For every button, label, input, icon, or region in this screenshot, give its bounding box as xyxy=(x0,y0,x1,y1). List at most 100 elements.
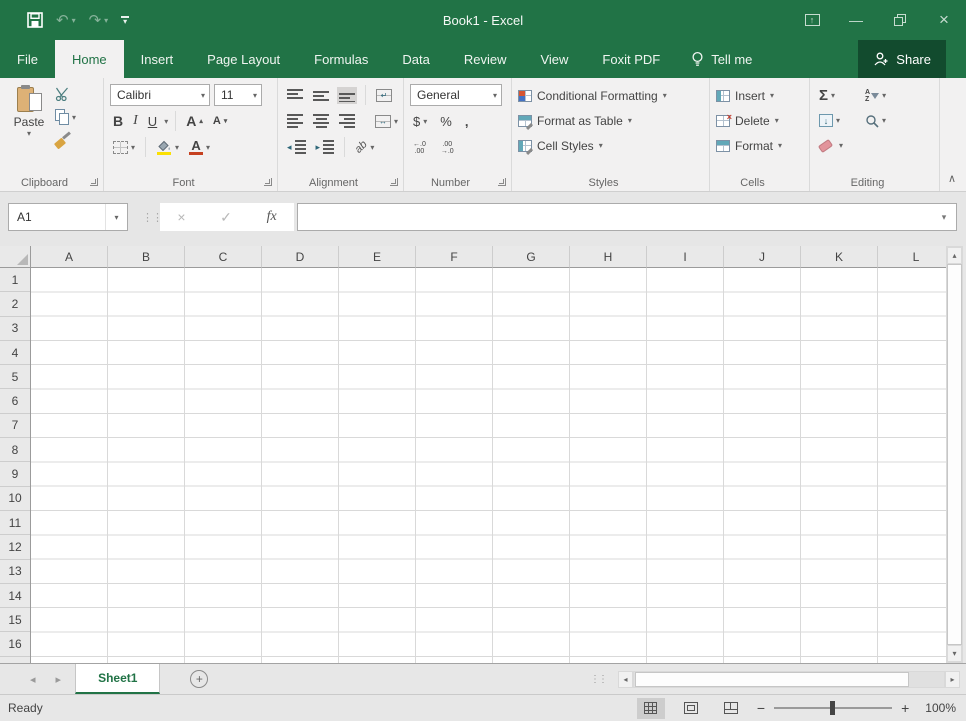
align-center-button[interactable] xyxy=(310,113,332,129)
column-header-H[interactable]: H xyxy=(570,246,647,268)
font-dialog-launcher[interactable] xyxy=(264,178,272,186)
shrink-font-button[interactable]: A▾ xyxy=(210,114,230,128)
column-header-I[interactable]: I xyxy=(647,246,724,268)
scroll-down-icon[interactable]: ▾ xyxy=(947,645,962,662)
tab-home[interactable]: Home xyxy=(55,40,124,78)
column-header-A[interactable]: A xyxy=(31,246,108,268)
align-middle-button[interactable] xyxy=(310,88,332,103)
collapse-ribbon-button[interactable]: ∧ xyxy=(948,172,956,185)
copy-dropdown-icon[interactable]: ▾ xyxy=(72,113,76,122)
fill-dropdown-icon[interactable]: ▾ xyxy=(836,116,840,125)
increase-indent-button[interactable]: ▸ xyxy=(313,139,338,155)
cut-button[interactable] xyxy=(52,86,79,102)
format-cells-button[interactable]: Format ▾ xyxy=(716,133,805,158)
zoom-slider[interactable] xyxy=(774,707,892,709)
page-layout-view-button[interactable] xyxy=(677,698,705,719)
zoom-level[interactable]: 100% xyxy=(925,701,956,715)
insert-cells-button[interactable]: Insert ▾ xyxy=(716,83,805,108)
orientation-button[interactable]: ab ▾ xyxy=(352,140,377,154)
delete-cells-button[interactable]: × Delete ▾ xyxy=(716,108,805,133)
cell-styles-button[interactable]: Cell Styles ▾ xyxy=(518,133,705,158)
sheet-grid[interactable] xyxy=(31,268,947,663)
row-header-10[interactable]: 10 xyxy=(0,487,30,511)
sort-filter-button[interactable]: AZ ▾ xyxy=(862,88,908,104)
accounting-dropdown-icon[interactable]: ▾ xyxy=(423,117,427,126)
horizontal-scrollbar-thumb[interactable] xyxy=(635,672,909,687)
grow-font-button[interactable]: A▴ xyxy=(183,112,206,130)
save-button[interactable] xyxy=(27,12,43,28)
autosum-dropdown-icon[interactable]: ▾ xyxy=(831,91,835,100)
insert-function-icon[interactable]: fx xyxy=(267,209,277,225)
font-color-button[interactable]: A ▾ xyxy=(186,139,213,156)
row-header-8[interactable]: 8 xyxy=(0,438,30,462)
merge-center-button[interactable]: ↔ ▾ xyxy=(372,114,401,129)
find-select-button[interactable]: ▾ xyxy=(862,113,908,129)
fill-color-button[interactable]: ▾ xyxy=(153,139,182,156)
ribbon-display-options-button[interactable]: ↑ xyxy=(790,0,834,40)
enter-formula-icon[interactable]: ✓ xyxy=(220,209,232,226)
name-box-dropdown-icon[interactable]: ▾ xyxy=(105,204,127,230)
font-size-combo[interactable]: 11 ▾ xyxy=(214,84,262,106)
column-header-L[interactable]: L xyxy=(878,246,947,268)
formula-bar-splitter[interactable]: ⋮⋮ xyxy=(142,203,162,231)
italic-button[interactable]: I xyxy=(130,112,141,130)
redo-button[interactable]: ↷ ▾ xyxy=(89,11,109,29)
tab-review[interactable]: Review xyxy=(447,40,524,78)
select-all-button[interactable] xyxy=(0,246,31,268)
zoom-slider-thumb[interactable] xyxy=(830,701,835,715)
tab-foxit-pdf[interactable]: Foxit PDF xyxy=(585,40,677,78)
tab-scrollbar-splitter[interactable]: ⋮⋮ xyxy=(590,674,606,685)
paste-button[interactable]: Paste ▾ xyxy=(6,83,52,173)
redo-dropdown-icon[interactable]: ▾ xyxy=(104,16,108,25)
align-top-button[interactable] xyxy=(284,88,306,103)
column-header-G[interactable]: G xyxy=(493,246,570,268)
decrease-decimal-button[interactable]: .00→.0 xyxy=(438,140,457,156)
row-header-3[interactable]: 3 xyxy=(0,317,30,341)
sheet-tab-sheet1[interactable]: Sheet1 xyxy=(75,664,160,694)
scroll-left-icon[interactable]: ◂ xyxy=(618,671,633,688)
paste-dropdown-icon[interactable]: ▾ xyxy=(27,129,31,138)
number-dialog-launcher[interactable] xyxy=(498,178,506,186)
column-header-J[interactable]: J xyxy=(724,246,801,268)
formula-input[interactable]: ▾ xyxy=(297,203,957,231)
expand-formula-bar-icon[interactable]: ▾ xyxy=(932,212,956,223)
format-as-table-button[interactable]: Format as Table ▾ xyxy=(518,108,705,133)
column-header-E[interactable]: E xyxy=(339,246,416,268)
tab-data[interactable]: Data xyxy=(385,40,446,78)
row-header-16[interactable]: 16 xyxy=(0,632,30,656)
column-header-D[interactable]: D xyxy=(262,246,339,268)
row-header-7[interactable]: 7 xyxy=(0,414,30,438)
tab-formulas[interactable]: Formulas xyxy=(297,40,385,78)
increase-decimal-button[interactable]: ←.0.00 xyxy=(410,140,429,156)
align-bottom-button[interactable] xyxy=(336,88,358,103)
scroll-right-icon[interactable]: ▸ xyxy=(945,671,960,688)
clipboard-dialog-launcher[interactable] xyxy=(90,178,98,186)
tab-insert[interactable]: Insert xyxy=(124,40,191,78)
font-color-dropdown-icon[interactable]: ▾ xyxy=(206,143,210,152)
orientation-dropdown-icon[interactable]: ▾ xyxy=(370,143,374,152)
row-header-14[interactable]: 14 xyxy=(0,584,30,608)
comma-style-button[interactable]: , xyxy=(462,113,472,130)
conditional-formatting-button[interactable]: Conditional Formatting ▾ xyxy=(518,83,705,108)
tell-me-box[interactable]: Tell me xyxy=(677,40,766,78)
clear-dropdown-icon[interactable]: ▾ xyxy=(839,141,843,150)
column-header-C[interactable]: C xyxy=(185,246,262,268)
row-header-15[interactable]: 15 xyxy=(0,608,30,632)
horizontal-scrollbar[interactable]: ◂ ▸ xyxy=(618,671,960,688)
previous-sheet-icon[interactable]: ◂ xyxy=(30,673,36,686)
percent-style-button[interactable]: % xyxy=(437,113,455,130)
tab-file[interactable]: File xyxy=(0,40,55,78)
align-right-button[interactable] xyxy=(336,113,358,129)
underline-dropdown-icon[interactable]: ▾ xyxy=(164,117,168,126)
zoom-in-icon[interactable]: + xyxy=(901,700,909,716)
undo-button[interactable]: ↶ ▾ xyxy=(56,11,76,29)
font-family-combo[interactable]: Calibri ▾ xyxy=(110,84,210,106)
new-sheet-button[interactable]: + xyxy=(190,670,208,688)
cancel-formula-icon[interactable]: × xyxy=(177,209,185,225)
number-format-combo[interactable]: General ▾ xyxy=(410,84,502,106)
row-header-5[interactable]: 5 xyxy=(0,365,30,389)
autosum-button[interactable]: Σ ▾ xyxy=(816,87,862,104)
scroll-up-icon[interactable]: ▴ xyxy=(947,247,962,264)
find-dropdown-icon[interactable]: ▾ xyxy=(882,116,886,125)
wrap-text-button[interactable]: ↵ xyxy=(373,88,395,103)
